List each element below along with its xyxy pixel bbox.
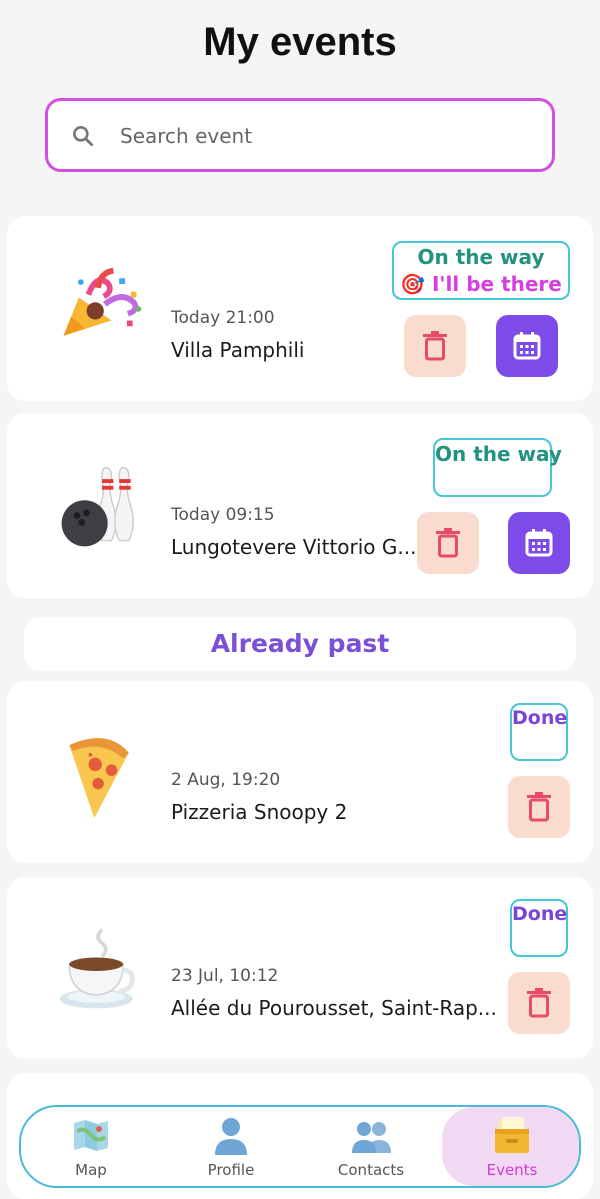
event-card[interactable]: 2 Aug, 19:20 Pizzeria Snoopy 2 Done xyxy=(7,681,593,863)
status-on-the-way: On the way xyxy=(417,245,545,269)
event-time: Today 21:00 xyxy=(171,308,275,328)
party-popper-icon xyxy=(63,267,142,336)
trash-icon xyxy=(423,331,447,361)
already-past-header: Already past xyxy=(24,617,576,671)
nav-label-profile: Profile xyxy=(207,1161,255,1179)
calendar-icon xyxy=(513,332,541,360)
event-card[interactable]: Today 09:15 Lungotevere Vittorio G... On… xyxy=(7,413,593,598)
trash-icon xyxy=(527,792,551,822)
search-icon xyxy=(73,126,94,147)
status-done: Done xyxy=(512,903,568,925)
event-time: Today 09:15 xyxy=(171,505,275,525)
map-icon xyxy=(74,1120,108,1151)
hot-beverage-icon xyxy=(59,928,135,1009)
status-on-the-way: On the way xyxy=(435,442,562,466)
search-input[interactable] xyxy=(120,120,520,152)
trash-icon xyxy=(527,988,551,1018)
status-ill-be-there: 🎯 I'll be there xyxy=(400,272,562,296)
bowling-icon xyxy=(61,466,134,547)
status-badge[interactable]: Done xyxy=(510,703,568,761)
calendar-button[interactable] xyxy=(496,315,558,377)
event-place: Villa Pamphili xyxy=(171,338,305,362)
nav-label-map: Map xyxy=(75,1161,107,1179)
trash-icon xyxy=(436,528,460,558)
people-icon xyxy=(352,1122,391,1153)
person-icon xyxy=(215,1118,247,1155)
nav-item-contacts[interactable]: Contacts xyxy=(301,1107,441,1186)
nav-item-map[interactable]: Map xyxy=(21,1107,161,1186)
page-title: My events xyxy=(203,20,397,64)
bottom-nav: Map Profile Contacts Events xyxy=(19,1105,581,1188)
delete-button[interactable] xyxy=(417,512,479,574)
delete-button[interactable] xyxy=(404,315,466,377)
delete-button[interactable] xyxy=(508,972,570,1034)
status-done: Done xyxy=(512,707,568,729)
status-badge[interactable]: On the way 🎯 I'll be there xyxy=(392,241,570,300)
calendar-button[interactable] xyxy=(508,512,570,574)
event-place: Allée du Pourousset, Saint-Rap... xyxy=(171,996,497,1020)
status-badge[interactable]: Done xyxy=(510,899,568,957)
nav-item-profile[interactable]: Profile xyxy=(161,1107,301,1186)
event-time: 2 Aug, 19:20 xyxy=(171,770,281,790)
calendar-icon xyxy=(525,529,553,557)
status-badge[interactable]: On the way xyxy=(433,438,562,497)
event-card[interactable]: Today 21:00 Villa Pamphili On the way 🎯 … xyxy=(7,216,593,401)
nav-label-events: Events xyxy=(486,1161,538,1179)
event-card[interactable]: 23 Jul, 10:12 Allée du Pourousset, Saint… xyxy=(7,877,593,1059)
event-place: Lungotevere Vittorio G... xyxy=(171,535,417,559)
search-bar[interactable] xyxy=(45,98,555,172)
event-time: 23 Jul, 10:12 xyxy=(171,966,279,986)
pizza-icon xyxy=(69,738,129,819)
delete-button[interactable] xyxy=(508,776,570,838)
event-place: Pizzeria Snoopy 2 xyxy=(171,800,348,824)
nav-item-events[interactable]: Events xyxy=(442,1107,579,1186)
nav-label-contacts: Contacts xyxy=(337,1161,405,1179)
card-file-box-icon xyxy=(495,1117,529,1153)
